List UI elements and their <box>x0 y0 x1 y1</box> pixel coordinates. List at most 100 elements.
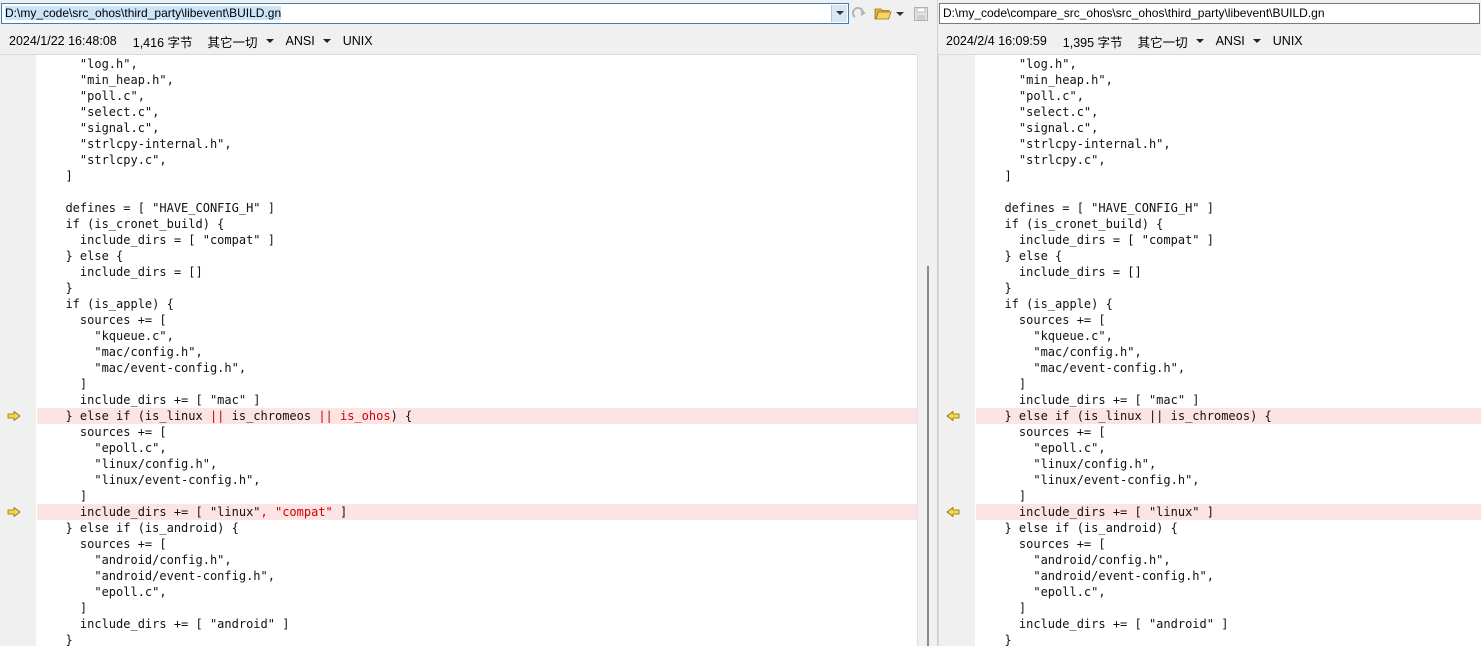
code-line[interactable]: } else { <box>976 248 1481 264</box>
code-line[interactable]: "select.c", <box>976 104 1481 120</box>
code-line[interactable]: ] <box>37 168 917 184</box>
copy-right-arrow-icon[interactable] <box>7 411 21 421</box>
code-line[interactable] <box>37 184 917 200</box>
code-line[interactable]: "strlcpy.c", <box>37 152 917 168</box>
left-file-pane[interactable]: "log.h", "min_heap.h", "poll.c", "select… <box>0 54 917 646</box>
code-line[interactable]: if (is_apple) { <box>976 296 1481 312</box>
right-format-dropdown[interactable]: 其它一切 <box>1138 32 1216 51</box>
code-line[interactable]: "mac/config.h", <box>976 344 1481 360</box>
code-line[interactable]: } else if (is_android) { <box>976 520 1481 536</box>
right-encoding-dropdown[interactable]: ANSI <box>1216 34 1273 48</box>
right-path-field[interactable]: D:\my_code\compare_src_ohos\src_ohos\thi… <box>939 3 1480 24</box>
left-format-dropdown[interactable]: 其它一切 <box>208 32 286 51</box>
left-encoding-dropdown[interactable]: ANSI <box>286 34 343 48</box>
diff-code-line[interactable]: include_dirs += [ "linux" ] <box>976 504 1481 520</box>
code-line[interactable]: } <box>976 280 1481 296</box>
code-line[interactable]: "mac/event-config.h", <box>37 360 917 376</box>
code-line[interactable]: defines = [ "HAVE_CONFIG_H" ] <box>37 200 917 216</box>
code-line[interactable]: sources += [ <box>37 536 917 552</box>
code-line[interactable]: "poll.c", <box>37 88 917 104</box>
code-line[interactable]: ] <box>976 600 1481 616</box>
code-line[interactable]: "min_heap.h", <box>976 72 1481 88</box>
scrollbar-thumb[interactable] <box>927 266 929 646</box>
code-line[interactable]: include_dirs += [ "mac" ] <box>976 392 1481 408</box>
code-line[interactable]: defines = [ "HAVE_CONFIG_H" ] <box>976 200 1481 216</box>
copy-left-arrow-icon[interactable] <box>946 411 960 421</box>
code-line[interactable]: include_dirs = [] <box>976 264 1481 280</box>
code-line[interactable]: "epoll.c", <box>37 584 917 600</box>
code-line[interactable]: } <box>37 280 917 296</box>
code-line[interactable]: ] <box>976 488 1481 504</box>
code-line[interactable]: "android/event-config.h", <box>37 568 917 584</box>
code-line[interactable]: "epoll.c", <box>976 440 1481 456</box>
code-line[interactable]: include_dirs = [] <box>37 264 917 280</box>
right-code-lines[interactable]: "log.h", "min_heap.h", "poll.c", "select… <box>976 55 1481 646</box>
code-line[interactable]: } else if (is_android) { <box>37 520 917 536</box>
code-text: } <box>51 281 73 295</box>
code-line[interactable]: } <box>976 632 1481 646</box>
redo-icon[interactable] <box>852 5 868 23</box>
code-line[interactable]: "linux/event-config.h", <box>37 472 917 488</box>
code-line[interactable]: "mac/config.h", <box>37 344 917 360</box>
left-path-dropdown-button[interactable] <box>831 5 847 22</box>
code-line[interactable]: "log.h", <box>37 56 917 72</box>
left-code-lines[interactable]: "log.h", "min_heap.h", "poll.c", "select… <box>37 55 917 646</box>
code-text: include_dirs = [ "compat" ] <box>51 233 275 247</box>
code-line[interactable]: "log.h", <box>976 56 1481 72</box>
left-path-field[interactable]: D:\my_code\src_ohos\third_party\libevent… <box>1 3 849 24</box>
left-vertical-scrollbar[interactable] <box>917 54 937 646</box>
code-line[interactable]: "mac/event-config.h", <box>976 360 1481 376</box>
code-line[interactable]: "android/config.h", <box>976 552 1481 568</box>
code-line[interactable]: } else { <box>37 248 917 264</box>
code-line[interactable]: sources += [ <box>37 424 917 440</box>
code-line[interactable]: sources += [ <box>37 312 917 328</box>
code-line[interactable]: sources += [ <box>976 312 1481 328</box>
left-eol-label[interactable]: UNIX <box>343 34 373 48</box>
diff-code-line[interactable]: } else if (is_linux || is_chromeos || is… <box>37 408 917 424</box>
right-file-pane[interactable]: "log.h", "min_heap.h", "poll.c", "select… <box>938 54 1481 646</box>
code-text: sources += [ <box>51 537 167 551</box>
code-line[interactable]: "epoll.c", <box>37 440 917 456</box>
code-line[interactable]: "linux/config.h", <box>37 456 917 472</box>
code-line[interactable]: include_dirs += [ "mac" ] <box>37 392 917 408</box>
code-line[interactable]: "strlcpy-internal.h", <box>37 136 917 152</box>
code-line[interactable]: "kqueue.c", <box>37 328 917 344</box>
code-line[interactable]: "min_heap.h", <box>37 72 917 88</box>
code-line[interactable]: "linux/config.h", <box>976 456 1481 472</box>
code-line[interactable]: include_dirs = [ "compat" ] <box>37 232 917 248</box>
save-icon[interactable] <box>913 5 929 23</box>
code-line[interactable]: ] <box>976 168 1481 184</box>
code-line[interactable]: "poll.c", <box>976 88 1481 104</box>
code-line[interactable]: "epoll.c", <box>976 584 1481 600</box>
code-line[interactable]: "signal.c", <box>976 120 1481 136</box>
open-menu-chevron-down-icon[interactable] <box>896 5 904 23</box>
code-line[interactable]: "select.c", <box>37 104 917 120</box>
right-eol-label[interactable]: UNIX <box>1273 34 1303 48</box>
open-folder-icon[interactable] <box>874 5 892 23</box>
code-line[interactable] <box>976 184 1481 200</box>
code-line[interactable]: sources += [ <box>976 424 1481 440</box>
diff-code-line[interactable]: } else if (is_linux || is_chromeos) { <box>976 408 1481 424</box>
copy-left-arrow-icon[interactable] <box>946 507 960 517</box>
code-line[interactable]: "android/event-config.h", <box>976 568 1481 584</box>
code-line[interactable]: sources += [ <box>976 536 1481 552</box>
code-line[interactable]: if (is_apple) { <box>37 296 917 312</box>
code-line[interactable]: ] <box>37 600 917 616</box>
code-line[interactable]: include_dirs = [ "compat" ] <box>976 232 1481 248</box>
code-line[interactable]: include_dirs += [ "android" ] <box>976 616 1481 632</box>
code-line[interactable]: "android/config.h", <box>37 552 917 568</box>
copy-right-arrow-icon[interactable] <box>7 507 21 517</box>
code-line[interactable]: if (is_cronet_build) { <box>37 216 917 232</box>
code-line[interactable]: "kqueue.c", <box>976 328 1481 344</box>
code-line[interactable]: "signal.c", <box>37 120 917 136</box>
diff-code-line[interactable]: include_dirs += [ "linux", "compat" ] <box>37 504 917 520</box>
code-line[interactable]: "strlcpy-internal.h", <box>976 136 1481 152</box>
code-line[interactable]: } <box>37 632 917 646</box>
code-line[interactable]: ] <box>976 376 1481 392</box>
code-line[interactable]: "strlcpy.c", <box>976 152 1481 168</box>
code-line[interactable]: include_dirs += [ "android" ] <box>37 616 917 632</box>
code-line[interactable]: ] <box>37 488 917 504</box>
code-line[interactable]: "linux/event-config.h", <box>976 472 1481 488</box>
code-line[interactable]: ] <box>37 376 917 392</box>
code-line[interactable]: if (is_cronet_build) { <box>976 216 1481 232</box>
